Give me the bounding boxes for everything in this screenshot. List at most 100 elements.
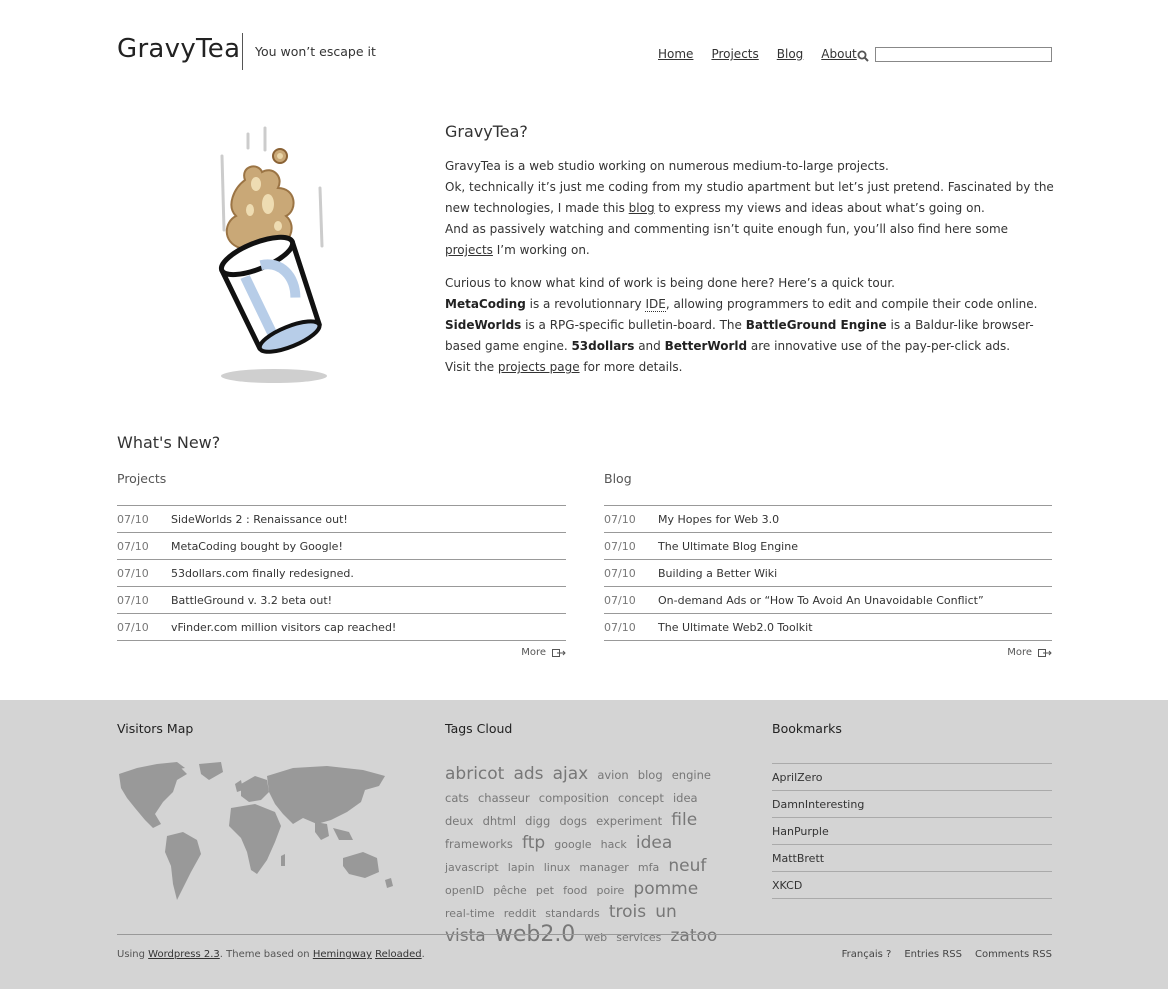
intro-text: and [634, 339, 665, 353]
list-item[interactable]: 07/10 MetaCoding bought by Google! [117, 533, 566, 560]
tag-link[interactable]: dhtml [483, 814, 517, 828]
tag-link[interactable]: manager [579, 861, 628, 874]
tag-link[interactable]: mfa [638, 861, 659, 874]
tag-link[interactable]: chasseur [478, 791, 530, 805]
list-item[interactable]: 07/10 On-demand Ads or “How To Avoid An U… [604, 587, 1052, 614]
bookmark-link[interactable]: AprilZero [772, 763, 1052, 790]
blog-news-list: 07/10 My Hopes for Web 3.0 07/10 The Ultim… [604, 506, 1052, 641]
item-title[interactable]: 53dollars.com finally redesigned. [171, 567, 354, 580]
tag-link[interactable]: deux [445, 814, 473, 828]
tag-link[interactable]: google [554, 838, 591, 851]
tag-link[interactable]: services [616, 931, 661, 944]
intro-text: Visit the [445, 360, 498, 374]
tag-link[interactable]: vista [445, 926, 486, 946]
list-item[interactable]: 07/10 SideWorlds 2 : Renaissance out! [117, 506, 566, 533]
tag-link[interactable]: neuf [668, 856, 706, 876]
item-title[interactable]: The Ultimate Web2.0 Toolkit [658, 621, 813, 634]
french-link[interactable]: Français ? [842, 949, 892, 960]
footer-divider [117, 934, 1052, 935]
item-title[interactable]: The Ultimate Blog Engine [658, 540, 798, 553]
item-title[interactable]: vFinder.com million visitors cap reached… [171, 621, 396, 634]
item-date: 07/10 [604, 566, 636, 580]
tag-link[interactable]: javascript [445, 861, 499, 874]
tag-link[interactable]: file [671, 810, 697, 830]
item-title[interactable]: On-demand Ads or “How To Avoid An Unavoi… [658, 594, 984, 607]
list-item[interactable]: 07/10 BattleGround v. 3.2 beta out! [117, 587, 566, 614]
battleground-name: BattleGround Engine [745, 318, 887, 332]
bookmark-link[interactable]: MattBrett [772, 844, 1052, 871]
credit-text: . Theme based on [219, 949, 313, 960]
world-map[interactable] [117, 762, 399, 904]
tag-link[interactable]: frameworks [445, 837, 513, 851]
tag-link[interactable]: lapin [508, 861, 535, 874]
tag-link[interactable]: real-time [445, 907, 495, 920]
tag-link[interactable]: dogs [559, 814, 587, 828]
tag-link[interactable]: blog [638, 768, 663, 782]
search-input[interactable] [875, 47, 1052, 62]
item-title[interactable]: My Hopes for Web 3.0 [658, 513, 779, 526]
blog-more-link[interactable]: More [1007, 647, 1052, 658]
tag-link[interactable]: hack [601, 838, 627, 851]
bookmark-link[interactable]: XKCD [772, 871, 1052, 899]
list-item[interactable]: 07/10 53dollars.com finally redesigned. [117, 560, 566, 587]
blog-news-heading: Blog [604, 471, 1052, 506]
bookmark-link[interactable]: DamnInteresting [772, 790, 1052, 817]
tag-link[interactable]: cats [445, 791, 469, 805]
tag-link[interactable]: idea [673, 791, 698, 805]
list-item[interactable]: 07/10 Building a Better Wiki [604, 560, 1052, 587]
nav-projects[interactable]: Projects [711, 47, 758, 61]
entries-rss-link[interactable]: Entries RSS [904, 949, 962, 960]
nav-about[interactable]: About [821, 47, 856, 61]
tag-link[interactable]: pêche [493, 884, 527, 897]
tag-link[interactable]: digg [525, 814, 550, 828]
credit-text: Using [117, 949, 149, 960]
tag-link[interactable]: zatoo [670, 926, 717, 946]
tag-link[interactable]: pomme [633, 879, 698, 899]
tag-link[interactable]: concept [618, 791, 664, 805]
tag-link[interactable]: ajax [553, 764, 589, 784]
tag-link[interactable]: poire [597, 884, 625, 897]
intro-projects-link[interactable]: projects [445, 243, 493, 257]
tag-link[interactable]: composition [539, 791, 609, 805]
intro-blog-link[interactable]: blog [629, 201, 655, 215]
tag-link[interactable]: idea [636, 833, 672, 853]
intro-text: , allowing programmers to edit and compi… [665, 297, 1038, 311]
tag-link[interactable]: pet [536, 884, 554, 897]
search-icon[interactable] [856, 49, 870, 63]
tag-link[interactable]: web [584, 931, 607, 944]
tag-link[interactable]: engine [672, 768, 711, 782]
tag-link[interactable]: experiment [596, 814, 662, 828]
fiftythree-name: 53dollars [571, 339, 635, 353]
list-item[interactable]: 07/10 My Hopes for Web 3.0 [604, 506, 1052, 533]
tag-link[interactable]: abricot [445, 764, 504, 784]
wordpress-link[interactable]: Wordpress 2.3 [148, 949, 220, 960]
tags-cloud: abricot ads ajax avion blog engine cats … [445, 763, 730, 948]
item-title[interactable]: Building a Better Wiki [658, 567, 777, 580]
projects-page-link[interactable]: projects page [498, 360, 580, 374]
tag-link[interactable]: linux [544, 861, 571, 874]
comments-rss-link[interactable]: Comments RSS [975, 949, 1052, 960]
list-item[interactable]: 07/10 The Ultimate Blog Engine [604, 533, 1052, 560]
nav-home[interactable]: Home [658, 47, 693, 61]
tag-link[interactable]: un [655, 902, 677, 922]
tag-link[interactable]: ads [513, 764, 543, 784]
tag-link[interactable]: openID [445, 884, 484, 897]
tag-link[interactable]: food [563, 884, 587, 897]
tag-link[interactable]: standards [545, 907, 600, 920]
tag-link[interactable]: trois [609, 902, 646, 922]
nav-blog[interactable]: Blog [777, 47, 804, 61]
hemingway-link[interactable]: Hemingway [313, 949, 372, 960]
site-logo[interactable]: GravyTea [117, 34, 240, 64]
reloaded-link[interactable]: Reloaded [375, 949, 422, 960]
bookmark-link[interactable]: HanPurple [772, 817, 1052, 844]
tag-link[interactable]: avion [597, 768, 628, 782]
item-title[interactable]: BattleGround v. 3.2 beta out! [171, 594, 332, 607]
tag-link[interactable]: reddit [504, 907, 536, 920]
list-item[interactable]: 07/10 vFinder.com million visitors cap re… [117, 614, 566, 641]
list-item[interactable]: 07/10 The Ultimate Web2.0 Toolkit [604, 614, 1052, 641]
item-title[interactable]: SideWorlds 2 : Renaissance out! [171, 513, 348, 526]
intro-paragraph-2: Curious to know what kind of work is bei… [445, 273, 1055, 378]
item-title[interactable]: MetaCoding bought by Google! [171, 540, 343, 553]
tag-link[interactable]: ftp [522, 833, 545, 853]
projects-more-link[interactable]: More [521, 647, 566, 658]
